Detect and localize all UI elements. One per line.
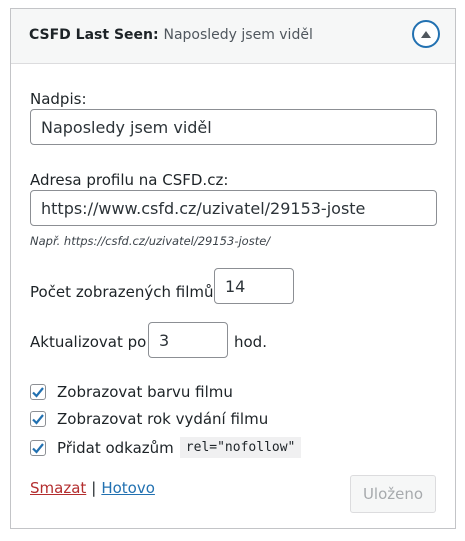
widget-header[interactable]: CSFD Last Seen: Naposledy jsem viděl [11,9,455,64]
checkbox-row-color[interactable]: Zobrazovat barvu filmu [30,383,233,401]
profile-url-input[interactable] [30,190,437,226]
update-interval-input[interactable] [148,322,228,358]
checkmark-icon [32,414,44,425]
profile-url-hint: Např. https://csfd.cz/uzivatel/29153-jos… [30,234,271,248]
widget-title-separator: : [152,27,159,43]
film-count-label: Počet zobrazených filmů: [30,283,219,301]
update-unit-label: hod. [234,333,267,351]
widget-instance-title: Naposledy jsem viděl [163,27,313,43]
widget-title: CSFD Last Seen: Naposledy jsem viděl [29,27,313,43]
show-year-label: Zobrazovat rok vydání filmu [57,410,269,428]
title-input[interactable] [30,109,437,145]
nofollow-code: rel="nofollow" [179,437,302,458]
nofollow-checkbox[interactable] [30,439,46,456]
checkmark-icon [32,442,44,454]
update-interval-label: Aktualizovat po [30,333,147,351]
link-separator: | [91,479,97,497]
show-color-checkbox[interactable] [30,384,46,400]
checkbox-row-year[interactable]: Zobrazovat rok vydání filmu [30,410,268,428]
delete-link[interactable]: Smazat [30,479,86,497]
film-count-input[interactable] [214,268,294,304]
widget-panel: CSFD Last Seen: Naposledy jsem viděl Nad… [10,8,456,529]
collapse-toggle-button[interactable] [412,20,440,48]
nofollow-label: Přidat odkazům [57,438,174,457]
checkbox-row-nofollow[interactable]: Přidat odkazům rel="nofollow" [30,437,302,458]
checkmark-icon [32,387,44,398]
show-year-checkbox[interactable] [30,411,46,427]
widget-control-actions: Smazat | Hotovo [30,479,155,497]
title-label: Nadpis: [30,90,87,108]
chevron-up-icon [421,30,431,38]
show-color-label: Zobrazovat barvu filmu [57,383,233,401]
profile-url-label: Adresa profilu na CSFD.cz: [30,171,229,189]
done-link[interactable]: Hotovo [101,479,155,497]
save-button[interactable]: Uloženo [350,475,436,513]
widget-name: CSFD Last Seen [29,27,153,43]
